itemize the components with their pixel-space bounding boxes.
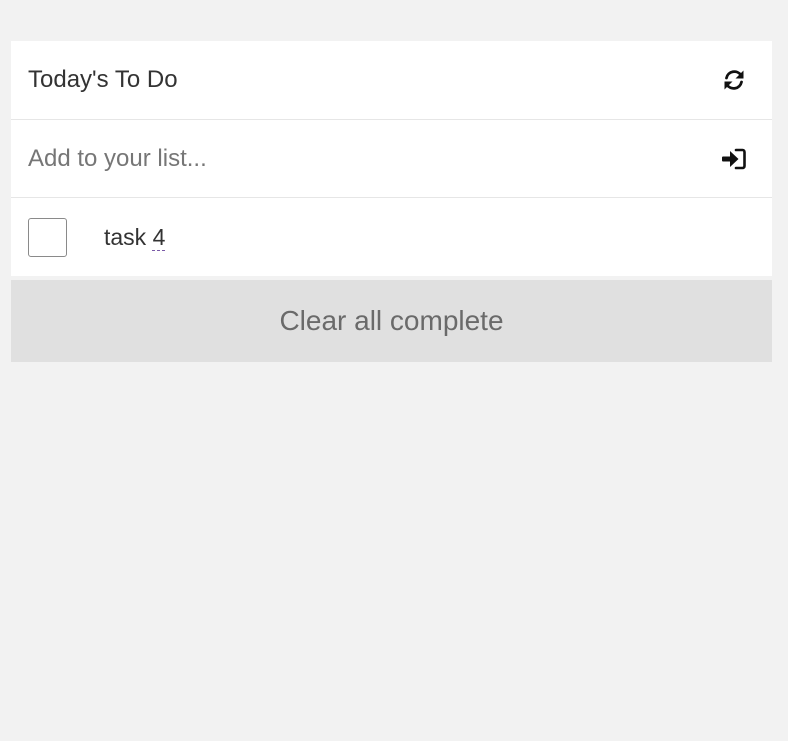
page-title: Today's To Do [28,66,178,93]
todo-card: Today's To Do tas [11,41,772,276]
task-label-number: 4 [152,223,166,250]
clear-all-complete-button[interactable]: Clear all complete [11,280,772,362]
task-item: task 4 [11,197,772,276]
add-task-row [11,119,772,197]
task-label[interactable]: task 4 [104,224,165,251]
add-task-input[interactable] [28,144,705,173]
todo-app: Today's To Do tas [11,41,772,362]
sign-in-icon[interactable] [720,145,748,173]
todo-header: Today's To Do [11,41,772,119]
refresh-icon[interactable] [720,66,748,94]
task-checkbox[interactable] [28,217,67,257]
task-label-text: task [104,223,153,250]
